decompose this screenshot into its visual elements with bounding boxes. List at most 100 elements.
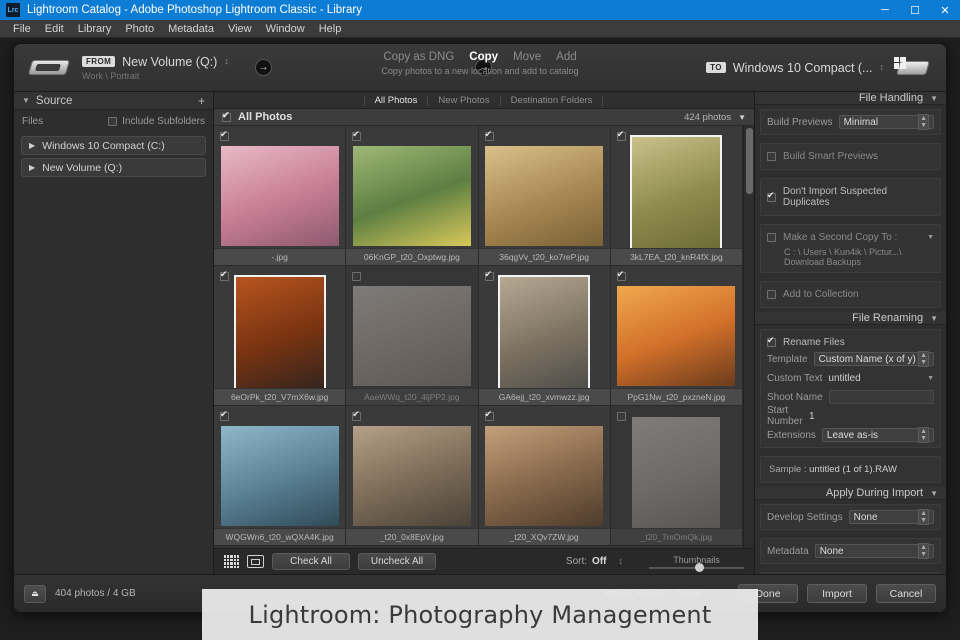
mode-copy[interactable]: Copy <box>469 51 498 63</box>
tab-new-photos[interactable]: New Photos <box>427 94 501 106</box>
chevron-down-icon[interactable]: ▼ <box>930 94 938 103</box>
source-drive-selector[interactable]: FROM New Volume (Q:) ↕ Work \ Portrait <box>14 55 229 81</box>
photo-checkbox[interactable] <box>220 129 229 141</box>
build-smart-previews-row[interactable]: Build Smart Previews <box>767 148 934 165</box>
photo-cell[interactable]: 3kL7EA_t20_knR4fX.jpg <box>610 126 743 266</box>
build-smart-previews-checkbox[interactable] <box>767 152 776 161</box>
photo-thumbnail[interactable] <box>233 274 326 397</box>
menu-item-library[interactable]: Library <box>71 23 119 35</box>
photo-checkbox[interactable] <box>484 409 494 421</box>
destination-drive-selector[interactable]: TO Windows 10 Compact (... ↕ <box>696 55 946 81</box>
photo-checkbox[interactable] <box>352 129 362 141</box>
grid-scrollbar-thumb[interactable] <box>746 128 753 194</box>
import-button[interactable]: Import <box>807 584 867 603</box>
photo-thumbnail[interactable] <box>485 145 604 246</box>
second-copy-caret-icon[interactable]: ▼ <box>927 234 934 241</box>
add-to-collection-row[interactable]: Add to Collection <box>767 286 934 303</box>
add-source-icon[interactable]: + <box>198 94 205 108</box>
menu-item-window[interactable]: Window <box>259 23 312 35</box>
select-all-checkbox[interactable] <box>222 110 231 122</box>
second-copy-row[interactable]: Make a Second Copy To : ▼ <box>767 229 934 246</box>
tab-all-photos[interactable]: All Photos <box>363 94 429 106</box>
metadata-select[interactable]: None ▲ ▼ <box>814 543 934 559</box>
grid-scrollbar[interactable] <box>743 126 754 548</box>
sidebar-item-drive-q[interactable]: ▶ New Volume (Q:) <box>21 158 206 177</box>
photo-cell[interactable]: PpG1Nw_t20_pxzneN.jpg <box>610 266 743 406</box>
photo-checkbox[interactable] <box>484 269 494 281</box>
menu-item-view[interactable]: View <box>221 23 259 35</box>
mode-copy-as-dng[interactable]: Copy as DNG <box>383 51 454 63</box>
source-panel-header[interactable]: ▼ Source + <box>14 92 213 110</box>
photo-cell[interactable]: _t20_XQv7ZW.jpg <box>478 406 611 546</box>
photo-checkbox[interactable] <box>352 409 362 421</box>
file-handling-header[interactable]: File Handling ▼ <box>755 92 946 105</box>
source-spinner-icon[interactable]: ↕ <box>224 57 229 66</box>
photo-checkbox[interactable] <box>616 412 626 421</box>
stepper-icon[interactable]: ▲ ▼ <box>918 114 929 130</box>
photo-cell[interactable]: -.jpg <box>214 126 347 266</box>
photo-thumbnail[interactable] <box>630 134 723 257</box>
photo-cell[interactable]: GA6ejj_t20_xvmwzz.jpg <box>478 266 611 406</box>
menu-item-edit[interactable]: Edit <box>38 23 71 35</box>
photo-thumbnail[interactable] <box>220 145 339 246</box>
maximize-button[interactable]: ☐ <box>900 0 930 20</box>
menu-item-metadata[interactable]: Metadata <box>161 23 221 35</box>
chevron-down-icon[interactable]: ▼ <box>930 489 938 498</box>
menu-item-photo[interactable]: Photo <box>118 23 161 35</box>
photo-thumbnail[interactable] <box>485 425 604 526</box>
photo-cell[interactable]: _t20_7mOmQk.jpg <box>610 406 743 546</box>
minimize-button[interactable]: ─ <box>870 0 900 20</box>
add-to-collection-checkbox[interactable] <box>767 290 776 299</box>
stepper-icon[interactable]: ▲ ▼ <box>918 427 929 443</box>
start-number-input[interactable]: 1 <box>809 409 934 423</box>
build-previews-select[interactable]: Minimal ▲ ▼ <box>838 114 934 130</box>
extensions-select[interactable]: Leave as-is ▲ ▼ <box>821 427 934 443</box>
uncheck-all-button[interactable]: Uncheck All <box>358 553 436 570</box>
photo-checkbox[interactable] <box>220 409 229 421</box>
develop-settings-select[interactable]: None ▲ ▼ <box>848 509 934 525</box>
photo-thumbnail[interactable] <box>632 416 721 535</box>
check-all-button[interactable]: Check All <box>272 553 350 570</box>
mode-add[interactable]: Add <box>556 51 576 63</box>
template-select[interactable]: Custom Name (x of y) ▲ ▼ <box>813 351 934 367</box>
include-subfolders-checkbox[interactable] <box>108 117 118 126</box>
thumbnail-slider-knob[interactable] <box>694 562 704 572</box>
custom-text-input[interactable]: untitled ▼ <box>828 371 934 385</box>
chevron-down-icon[interactable]: ▼ <box>930 314 938 323</box>
dont-import-duplicates-checkbox[interactable] <box>767 190 776 202</box>
stepper-icon[interactable]: ▲ ▼ <box>918 351 929 367</box>
photo-cell[interactable]: 6eOrPk_t20_V7mX6w.jpg <box>214 266 347 406</box>
thumbnail-size-slider[interactable]: Thumbnails <box>649 555 744 572</box>
photo-cell[interactable]: _t20_0x8EpV.jpg <box>346 406 479 546</box>
menu-item-help[interactable]: Help <box>312 23 349 35</box>
tab-destination-folders[interactable]: Destination Folders <box>499 94 604 106</box>
photo-cell[interactable]: 06KnGP_t20_Oxptwg.jpg <box>346 126 479 266</box>
dont-import-duplicates-row[interactable]: Don't Import Suspected Duplicates <box>767 183 934 211</box>
sort-control[interactable]: Sort: Off ↕ <box>566 556 623 567</box>
file-renaming-header[interactable]: File Renaming ▼ <box>755 312 946 325</box>
grid-view-icon[interactable] <box>224 555 239 568</box>
apply-during-import-header[interactable]: Apply During Import ▼ <box>755 487 946 500</box>
photo-checkbox[interactable] <box>616 269 626 281</box>
menu-item-file[interactable]: File <box>6 23 38 35</box>
photo-thumbnail[interactable] <box>352 425 471 526</box>
grid-options-chevron-icon[interactable]: ▼ <box>738 113 746 122</box>
sidebar-item-drive-c[interactable]: ▶ Windows 10 Compact (C:) <box>21 136 206 155</box>
rename-files-row[interactable]: Rename Files <box>767 334 934 351</box>
chevron-down-icon[interactable]: ▼ <box>22 96 30 105</box>
mode-move[interactable]: Move <box>513 51 541 63</box>
photo-checkbox[interactable] <box>484 129 494 141</box>
second-copy-checkbox[interactable] <box>767 233 776 242</box>
cancel-button[interactable]: Cancel <box>876 584 936 603</box>
photo-checkbox[interactable] <box>352 272 362 281</box>
photo-checkbox[interactable] <box>616 129 626 141</box>
sort-spinner-icon[interactable]: ↕ <box>619 557 624 566</box>
shoot-name-input[interactable] <box>828 390 934 404</box>
stepper-icon[interactable]: ▲ ▼ <box>918 543 929 559</box>
photo-checkbox[interactable] <box>220 269 229 281</box>
photo-cell[interactable]: WQGWn6_t20_wQXA4K.jpg <box>214 406 347 546</box>
photo-thumbnail[interactable] <box>498 274 591 397</box>
photo-cell[interactable]: AaeWWq_t20_4ljPP2.jpg <box>346 266 479 406</box>
eject-icon[interactable]: ⏏ <box>24 584 46 603</box>
loupe-view-icon[interactable] <box>247 555 264 568</box>
